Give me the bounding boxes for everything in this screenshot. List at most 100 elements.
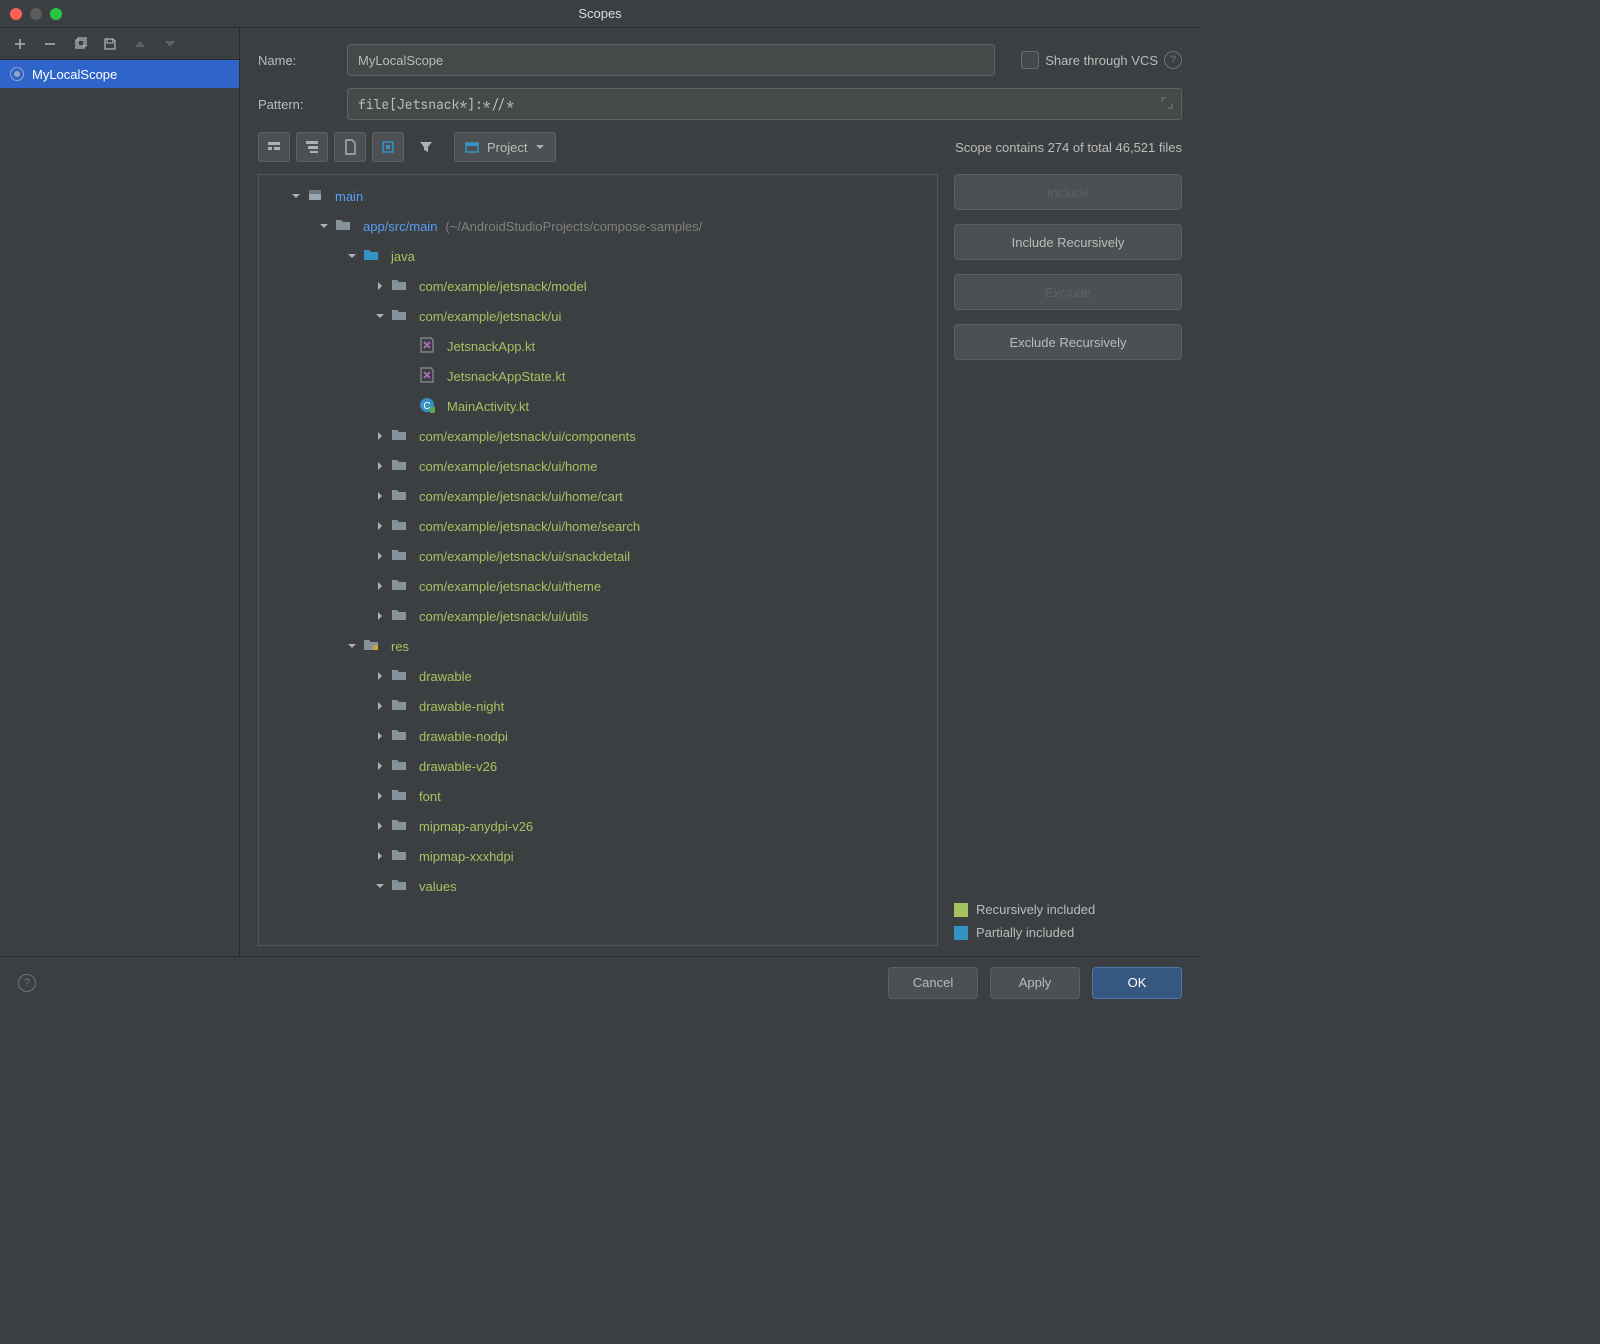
scope-type-dropdown[interactable]: Project [454, 132, 556, 162]
scope-detail-panel: Name: Share through VCS ? Pattern: [240, 28, 1200, 956]
expand-chevron-icon[interactable] [373, 429, 387, 443]
tree-node[interactable]: com/example/jetsnack/ui/components [259, 421, 937, 451]
folder-icon [391, 877, 409, 895]
tree-node-label: com/example/jetsnack/ui/home/search [419, 519, 640, 534]
expand-chevron-icon[interactable] [373, 279, 387, 293]
exclude-recursively-button[interactable]: Exclude Recursively [954, 324, 1182, 360]
tree-node[interactable]: drawable [259, 661, 937, 691]
tree-node[interactable]: com/example/jetsnack/ui/home [259, 451, 937, 481]
tree-node-label: values [419, 879, 457, 894]
tree-node[interactable]: com/example/jetsnack/ui/snackdetail [259, 541, 937, 571]
tree-node-hint: (~/AndroidStudioProjects/compose-samples… [445, 219, 702, 234]
maximize-window-button[interactable] [50, 8, 62, 20]
scope-list-item[interactable]: MyLocalScope [0, 60, 239, 88]
expand-chevron-icon[interactable] [373, 879, 387, 893]
include-recursively-button[interactable]: Include Recursively [954, 224, 1182, 260]
tree-node[interactable]: values [259, 871, 937, 901]
tree-node-label: drawable [419, 669, 472, 684]
tree-node[interactable]: com/example/jetsnack/ui [259, 301, 937, 331]
tree-node-label: com/example/jetsnack/ui [419, 309, 561, 324]
expand-chevron-icon[interactable] [373, 459, 387, 473]
class-icon: C [419, 397, 437, 415]
tree-node[interactable]: java [259, 241, 937, 271]
tree-node-label: com/example/jetsnack/ui/snackdetail [419, 549, 630, 564]
scope-name-input[interactable] [347, 44, 995, 76]
expand-chevron-icon[interactable] [373, 669, 387, 683]
folder-icon [391, 607, 409, 625]
expand-chevron-icon[interactable] [373, 489, 387, 503]
tree-node[interactable]: drawable-v26 [259, 751, 937, 781]
expand-chevron-icon[interactable] [373, 609, 387, 623]
minimize-window-button[interactable] [30, 8, 42, 20]
expand-chevron-icon [401, 369, 415, 383]
filter-button[interactable] [410, 132, 442, 162]
folder-icon [391, 847, 409, 865]
tree-node[interactable]: com/example/jetsnack/model [259, 271, 937, 301]
help-button[interactable]: ? [18, 974, 36, 992]
folder-icon [391, 307, 409, 325]
tree-node-label: app/src/main [363, 219, 437, 234]
expand-chevron-icon[interactable] [373, 819, 387, 833]
tree-node[interactable]: JetsnackApp.kt [259, 331, 937, 361]
tree-node[interactable]: mipmap-anydpi-v26 [259, 811, 937, 841]
apply-button[interactable]: Apply [990, 967, 1080, 999]
tree-node[interactable]: CMainActivity.kt [259, 391, 937, 421]
copy-scope-button[interactable] [66, 32, 94, 56]
folder-icon [391, 427, 409, 445]
exclude-button[interactable]: Exclude [954, 274, 1182, 310]
tree-node[interactable]: drawable-nodpi [259, 721, 937, 751]
tree-node[interactable]: app/src/main (~/AndroidStudioProjects/com… [259, 211, 937, 241]
expand-chevron-icon[interactable] [373, 759, 387, 773]
remove-scope-button[interactable] [36, 32, 64, 56]
tree-node[interactable]: com/example/jetsnack/ui/utils [259, 601, 937, 631]
expand-chevron-icon[interactable] [373, 789, 387, 803]
expand-chevron-icon[interactable] [373, 579, 387, 593]
expand-chevron-icon[interactable] [317, 219, 331, 233]
tree-node[interactable]: JetsnackAppState.kt [259, 361, 937, 391]
tree-node[interactable]: com/example/jetsnack/ui/home/cart [259, 481, 937, 511]
local-scope-icon [10, 67, 24, 81]
save-scope-button[interactable] [96, 32, 124, 56]
folder-icon [391, 697, 409, 715]
expand-chevron-icon[interactable] [373, 519, 387, 533]
titlebar: Scopes [0, 0, 1200, 28]
dropdown-label: Project [487, 140, 527, 155]
tree-node[interactable]: res [259, 631, 937, 661]
folder-blue-icon [363, 247, 381, 265]
tree-node[interactable]: main [259, 181, 937, 211]
move-down-button[interactable] [156, 32, 184, 56]
tree-node[interactable]: com/example/jetsnack/ui/home/search [259, 511, 937, 541]
footer-bar: ? Cancel Apply OK [0, 956, 1200, 1008]
expand-pattern-icon[interactable] [1160, 96, 1174, 113]
expand-chevron-icon[interactable] [345, 639, 359, 653]
expand-chevron-icon[interactable] [345, 249, 359, 263]
move-up-button[interactable] [126, 32, 154, 56]
share-vcs-checkbox[interactable] [1021, 51, 1039, 69]
folder-icon [391, 667, 409, 685]
tree-node-label: res [391, 639, 409, 654]
add-scope-button[interactable] [6, 32, 34, 56]
expand-chevron-icon[interactable] [289, 189, 303, 203]
show-only-included-button[interactable] [372, 132, 404, 162]
group-by-package-button[interactable] [296, 132, 328, 162]
cancel-button[interactable]: Cancel [888, 967, 978, 999]
tree-node[interactable]: mipmap-xxxhdpi [259, 841, 937, 871]
expand-chevron-icon[interactable] [373, 849, 387, 863]
tree-node[interactable]: drawable-night [259, 691, 937, 721]
tree-node[interactable]: com/example/jetsnack/ui/theme [259, 571, 937, 601]
include-button[interactable]: Include [954, 174, 1182, 210]
pattern-input[interactable] [347, 88, 1182, 120]
expand-chevron-icon[interactable] [373, 309, 387, 323]
ok-button[interactable]: OK [1092, 967, 1182, 999]
expand-chevron-icon[interactable] [373, 549, 387, 563]
expand-chevron-icon[interactable] [373, 699, 387, 713]
show-files-button[interactable] [334, 132, 366, 162]
help-icon[interactable]: ? [1164, 51, 1182, 69]
group-by-module-button[interactable] [258, 132, 290, 162]
close-window-button[interactable] [10, 8, 22, 20]
folder-icon [391, 757, 409, 775]
scope-tree[interactable]: main app/src/main (~/AndroidStudioProjects… [258, 174, 938, 946]
tree-node[interactable]: font [259, 781, 937, 811]
expand-chevron-icon[interactable] [373, 729, 387, 743]
window-title: Scopes [578, 6, 621, 21]
